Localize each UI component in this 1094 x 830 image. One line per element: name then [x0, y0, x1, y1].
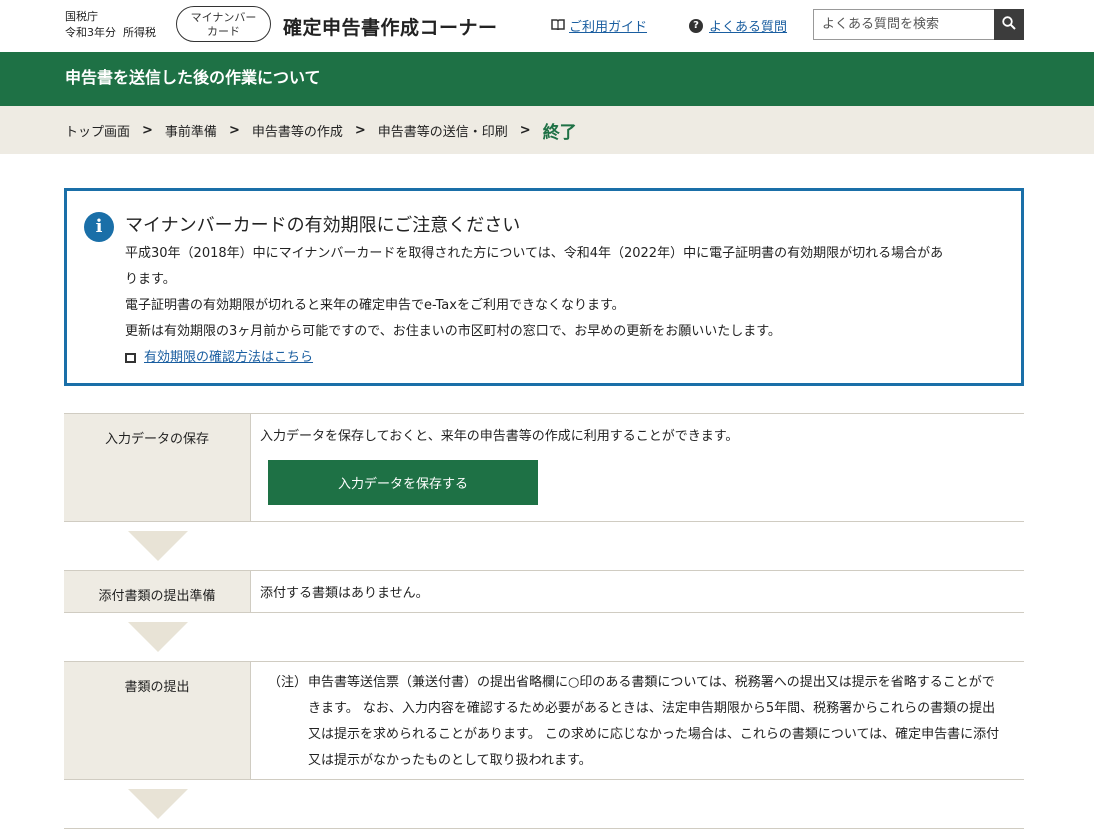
- agency-info: 国税庁 令和3年分 所得税: [65, 9, 156, 41]
- question-icon: ?: [689, 18, 703, 33]
- down-arrow-icon: [128, 531, 188, 561]
- step-content: （注） 申告書等送信票（兼送付書）の提出省略欄に○印のある書類については、税務署…: [251, 662, 1024, 779]
- mynumber-expiry-notice: i マイナンバーカードの有効期限にご注意ください 平成30年（2018年）中にマ…: [64, 188, 1024, 386]
- note-mark: （注）: [268, 675, 308, 690]
- notice-line: 電子証明書の有効期限が切れると来年の確定申告でe-Taxをご利用できなくなります…: [125, 298, 625, 313]
- save-input-data-button[interactable]: 入力データを保存する: [268, 460, 538, 505]
- tax-year: 令和3年分: [65, 26, 116, 39]
- step-content: 入力データを保存しておくと、来年の申告書等の作成に利用することができます。 入力…: [251, 414, 1024, 521]
- step-text: 添付する書類はありません。: [260, 586, 429, 601]
- chevron-right-icon: >: [228, 122, 240, 138]
- notice-title: マイナンバーカードの有効期限にご注意ください: [125, 215, 521, 236]
- down-arrow-icon: [128, 622, 188, 652]
- site-header: 国税庁 令和3年分 所得税 マイナンバー カード 確定申告書作成コーナー ご利用…: [0, 0, 1094, 52]
- chevron-right-icon: >: [354, 122, 366, 138]
- search-button[interactable]: [994, 9, 1024, 40]
- faq-link[interactable]: ? よくある質問: [689, 16, 787, 35]
- guide-link-label: ご利用ガイド: [569, 20, 648, 35]
- step-document-submission: 書類の提出 （注） 申告書等送信票（兼送付書）の提出省略欄に○印のある書類につい…: [64, 661, 1024, 780]
- breadcrumb-item-prep: 事前準備: [164, 124, 217, 140]
- agency-name: 国税庁: [65, 10, 98, 23]
- faq-search-input[interactable]: [813, 9, 994, 40]
- search-icon: [1002, 16, 1016, 33]
- step-arrow: [64, 613, 1024, 661]
- chevron-right-icon: >: [519, 122, 531, 138]
- expiry-check-link-label: 有効期限の確認方法はこちら: [144, 350, 314, 365]
- page-title: 申告書を送信した後の作業について: [0, 52, 1094, 106]
- step-label: 添付書類の提出準備: [64, 571, 251, 612]
- chevron-right-icon: >: [142, 122, 153, 138]
- mynumber-card-badge: マイナンバー カード: [176, 6, 271, 42]
- breadcrumb: トップ画面 > 事前準備 > 申告書等の作成 > 申告書等の送信・印刷 > 終了: [0, 106, 1094, 154]
- breadcrumb-item-current: 終了: [542, 122, 577, 143]
- external-window-icon: [125, 353, 136, 363]
- step-label: 入力データの保存: [64, 414, 251, 521]
- site-title: 確定申告書作成コーナー: [283, 17, 498, 39]
- note-text: 申告書等送信票（兼送付書）の提出省略欄に○印のある書類については、税務署への提出…: [308, 675, 1000, 768]
- step-save-data: 入力データの保存 入力データを保存しておくと、来年の申告書等の作成に利用すること…: [64, 413, 1024, 522]
- post-submission-steps: 入力データの保存 入力データを保存しておくと、来年の申告書等の作成に利用すること…: [64, 413, 1024, 830]
- step-label: 書類の提出: [64, 662, 251, 779]
- step-attachments: 添付書類の提出準備 添付する書類はありません。: [64, 570, 1024, 613]
- breadcrumb-item-create: 申告書等の作成: [251, 124, 343, 140]
- info-icon: i: [84, 212, 114, 242]
- step-arrow: [64, 522, 1024, 570]
- book-icon: [551, 18, 565, 34]
- notice-body: 平成30年（2018年）中にマイナンバーカードを取得された方については、令和4年…: [125, 241, 1021, 345]
- guide-link[interactable]: ご利用ガイド: [551, 16, 647, 35]
- down-arrow-icon: [128, 789, 188, 819]
- submission-note: （注） 申告書等送信票（兼送付書）の提出省略欄に○印のある書類については、税務署…: [260, 662, 1016, 774]
- faq-search: [813, 9, 1024, 40]
- expiry-check-link[interactable]: 有効期限の確認方法はこちら: [125, 345, 1021, 371]
- notice-line: 更新は有効期限の3ヶ月前から可能ですので、お住まいの市区町村の窓口で、お早めの更…: [125, 324, 781, 339]
- breadcrumb-item-send: 申告書等の送信・印刷: [377, 124, 508, 140]
- notice-line: ります。: [125, 272, 176, 287]
- tax-type: 所得税: [123, 26, 156, 39]
- breadcrumb-item-top: トップ画面: [65, 124, 131, 140]
- notice-line: 平成30年（2018年）中にマイナンバーカードを取得された方については、令和4年…: [125, 246, 944, 261]
- step-arrow: [64, 780, 1024, 828]
- step-text: 入力データを保存しておくと、来年の申告書等の作成に利用することができます。: [260, 429, 739, 444]
- faq-link-label: よくある質問: [709, 20, 788, 35]
